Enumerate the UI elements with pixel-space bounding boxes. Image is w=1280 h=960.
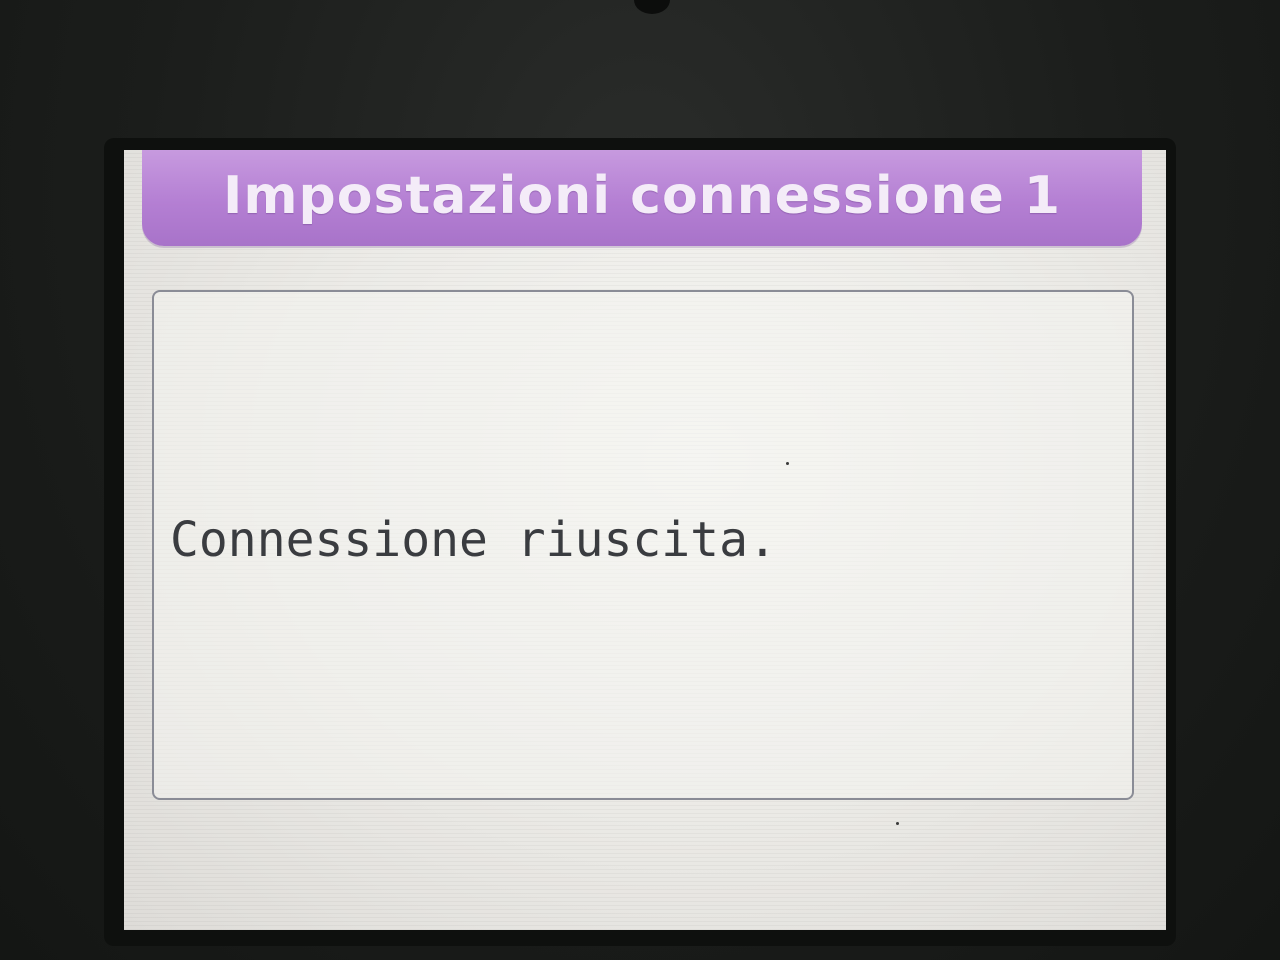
screen-dust [786, 462, 789, 465]
camera-icon [634, 0, 670, 14]
screen-dust [896, 822, 899, 825]
title-bar: Impostazioni connessione 1 [142, 150, 1142, 246]
device-body: Impostazioni connessione 1 Connessione r… [0, 0, 1280, 960]
lower-screen[interactable]: Impostazioni connessione 1 Connessione r… [124, 150, 1166, 930]
page-title: Impostazioni connessione 1 [222, 166, 1062, 226]
status-message: Connessione riuscita. [170, 512, 777, 568]
message-box[interactable]: Connessione riuscita. [152, 290, 1134, 800]
